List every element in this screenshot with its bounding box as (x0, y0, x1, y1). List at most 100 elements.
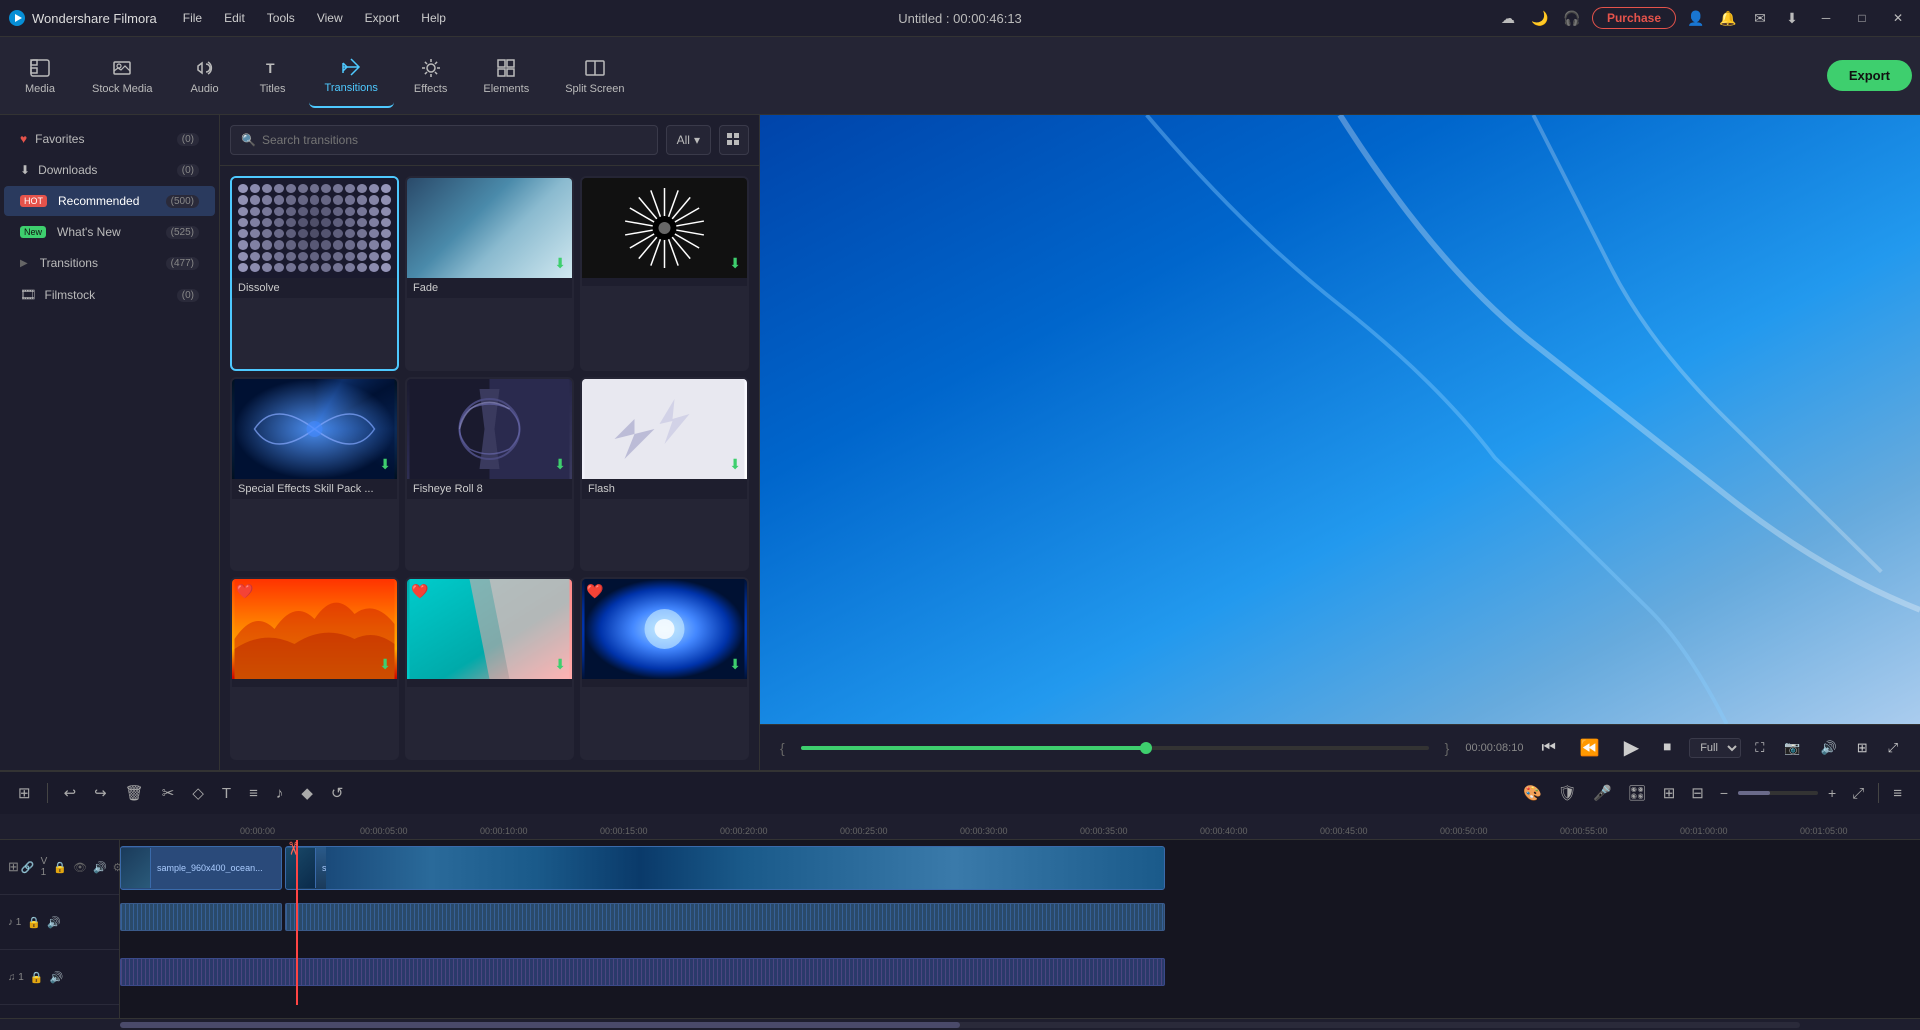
volume-m1-icon[interactable]: 🔊 (50, 971, 64, 984)
zoom-out-button[interactable]: − (1714, 783, 1734, 803)
transition-special[interactable]: ⬇ Special Effects Skill Pack ... (230, 377, 399, 572)
user-avatar[interactable]: 👤 (1684, 6, 1708, 30)
fit-timeline-button[interactable]: ⤢ (1846, 781, 1870, 806)
transition-blueglow[interactable]: ❤️ ⬇ (580, 577, 749, 760)
multicam-button[interactable]: ⊞ (1657, 780, 1682, 806)
playback-progress-bar[interactable] (801, 746, 1429, 750)
transition-teal[interactable]: ❤️ ⬇ (405, 577, 574, 760)
radial-download-icon[interactable]: ⬇ (729, 255, 741, 272)
download-icon[interactable]: ⬇ (1780, 6, 1804, 30)
toolbar-transitions[interactable]: Transitions (309, 44, 394, 108)
transition-fire[interactable]: ❤️ ⬇ (230, 577, 399, 760)
scrollbar-thumb[interactable] (120, 1022, 960, 1028)
maximize-button[interactable]: □ (1848, 4, 1876, 32)
grid-view-button[interactable] (719, 125, 749, 155)
toolbar-stock[interactable]: Stock Media (76, 44, 169, 108)
menu-file[interactable]: File (173, 7, 212, 29)
tracks-area[interactable]: ✂ sample_960x400_ocean... sample_960x400… (120, 840, 1920, 1018)
audio-mixer-button[interactable]: 🎛 (1622, 780, 1653, 806)
scrollbar-track[interactable] (120, 1022, 1800, 1028)
menu-view[interactable]: View (307, 7, 353, 29)
timeline-settings-button[interactable]: ≡ (1887, 781, 1908, 806)
video-clip-2[interactable]: sample_960x400_ocean_with_audio... (285, 846, 1165, 890)
text-button[interactable]: T (216, 781, 237, 806)
sidebar-item-recommended[interactable]: HOT Recommended (500) (4, 186, 215, 216)
minimize-button[interactable]: ─ (1812, 4, 1840, 32)
out-point-button[interactable]: } (1441, 738, 1454, 758)
teal-download-icon[interactable]: ⬇ (554, 656, 566, 673)
fisheye-download-icon[interactable]: ⬇ (554, 456, 566, 473)
add-track-icon[interactable]: ⊞ (8, 859, 19, 875)
redo-button[interactable]: ↪ (88, 780, 113, 806)
undo-button[interactable]: ↩ (58, 780, 83, 806)
fullscreen-button[interactable]: ⛶ (1749, 738, 1770, 758)
sun-icon[interactable]: 🌙 (1528, 6, 1552, 30)
delete-button[interactable]: 🗑 (119, 780, 150, 806)
volume-a1-icon[interactable]: 🔊 (47, 916, 61, 929)
color-match-button[interactable]: 🎨 (1517, 780, 1548, 806)
toolbar-audio[interactable]: Audio (173, 44, 237, 108)
stop-button[interactable]: ⏹ (1657, 737, 1677, 759)
menu-edit[interactable]: Edit (214, 7, 255, 29)
quality-select[interactable]: Full (1689, 738, 1741, 758)
menu-tools[interactable]: Tools (257, 7, 305, 29)
mic-button[interactable]: 🎤 (1587, 780, 1618, 806)
adjust-button[interactable]: ≡ (243, 781, 264, 806)
close-button[interactable]: ✕ (1884, 4, 1912, 32)
menu-help[interactable]: Help (411, 7, 456, 29)
volume-track-icon[interactable]: 🔊 (93, 861, 107, 874)
play-backward-button[interactable]: ⏪ (1574, 736, 1606, 760)
select-button[interactable]: ◇ (186, 780, 210, 806)
zoom-in-button[interactable]: + (1822, 783, 1842, 803)
smart-tools-button[interactable]: ⊞ (12, 780, 37, 806)
play-button[interactable]: ▶ (1618, 733, 1645, 762)
music-clip-1[interactable] (120, 958, 1165, 986)
audio-clip-2[interactable] (285, 903, 1165, 931)
lock-icon[interactable]: 🔒 (53, 861, 67, 874)
caption-button[interactable]: ⊟ (1685, 780, 1710, 806)
lock-a1-icon[interactable]: 🔒 (27, 916, 41, 929)
sidebar-item-transitions[interactable]: ▶ Transitions (477) (4, 248, 215, 278)
transition-fade[interactable]: ⬇ Fade (405, 176, 574, 371)
fit-button[interactable]: ⤢ (1882, 738, 1904, 758)
video-clip-1[interactable]: sample_960x400_ocean... (120, 846, 282, 890)
lock-m1-icon[interactable]: 🔒 (30, 971, 44, 984)
cut-button[interactable]: ✂ (156, 780, 181, 806)
toolbar-elements[interactable]: Elements (467, 44, 545, 108)
sidebar-item-downloads[interactable]: ⬇ Downloads (0) (4, 155, 215, 185)
toolbar-effects[interactable]: Effects (398, 44, 463, 108)
in-point-button[interactable]: { (776, 738, 789, 758)
search-input[interactable] (262, 133, 647, 147)
email-icon[interactable]: ✉ (1748, 6, 1772, 30)
toolbar-splitscreen[interactable]: Split Screen (549, 44, 640, 108)
special-download-icon[interactable]: ⬇ (379, 456, 391, 473)
eye-icon[interactable]: 👁 (73, 861, 87, 874)
flash-download-icon[interactable]: ⬇ (729, 456, 741, 473)
toolbar-media[interactable]: Media (8, 44, 72, 108)
link-icon[interactable]: 🔗 (21, 861, 35, 874)
fade-download-icon[interactable]: ⬇ (554, 255, 566, 272)
blueglow-download-icon[interactable]: ⬇ (729, 656, 741, 673)
rewind-button[interactable]: ⏮ (1535, 737, 1561, 759)
export-button[interactable]: Export (1827, 60, 1912, 91)
notifications-icon[interactable]: 🔔 (1716, 6, 1740, 30)
zoom-slider[interactable] (1738, 791, 1818, 795)
transition-fisheye[interactable]: ⬇ Fisheye Roll 8 (405, 377, 574, 572)
history-button[interactable]: ↺ (325, 780, 350, 806)
volume-button[interactable]: 🔊 (1815, 738, 1843, 758)
filter-dropdown[interactable]: All ▾ (666, 125, 711, 155)
transition-radial[interactable]: ⬇ (580, 176, 749, 371)
transition-dissolve[interactable]: // Generated inline after body Dissolve (230, 176, 399, 371)
sidebar-item-whatsnew[interactable]: New What's New (525) (4, 217, 215, 247)
layout-button[interactable]: ⊞ (1851, 738, 1874, 758)
menu-export[interactable]: Export (355, 7, 410, 29)
cloud-icon[interactable]: ☁ (1496, 6, 1520, 30)
fire-download-icon[interactable]: ⬇ (379, 656, 391, 673)
sidebar-item-favorites[interactable]: ♥ Favorites (0) (4, 124, 215, 154)
snapshot-button[interactable]: 📷 (1778, 738, 1806, 758)
audio-adjust-button[interactable]: ♪ (270, 781, 290, 806)
sidebar-item-filmstock[interactable]: 🎞 Filmstock (0) (4, 279, 215, 311)
transition-flash[interactable]: ⬇ Flash (580, 377, 749, 572)
keyframe-button[interactable]: ◆ (295, 780, 319, 806)
toolbar-titles[interactable]: T Titles (241, 44, 305, 108)
